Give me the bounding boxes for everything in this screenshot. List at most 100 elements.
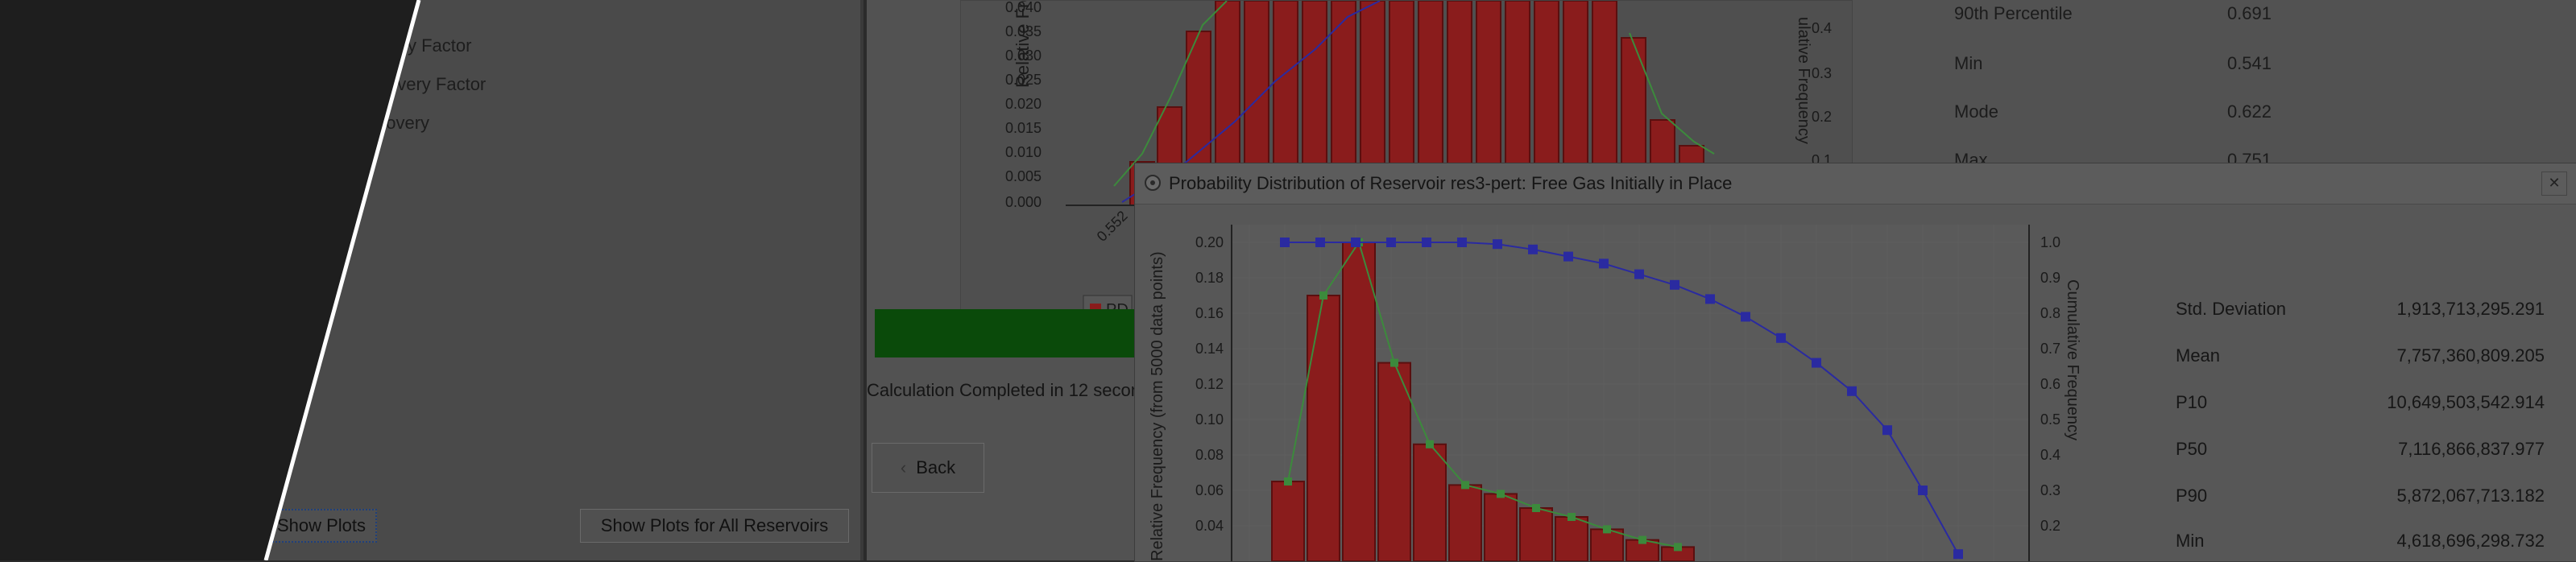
cdf-point xyxy=(1953,549,1963,560)
background-stats: 90th Percentile 0.691 Min 0.541 Mode 0.6… xyxy=(1933,0,2304,170)
cdf-point xyxy=(1741,312,1750,322)
cdf-point xyxy=(1280,238,1290,247)
stat-value: 10,649,503,542.914 xyxy=(2387,392,2545,412)
svg-text:0.025: 0.025 xyxy=(1005,72,1042,88)
y2-tick-label: 0.5 xyxy=(2040,411,2060,428)
cdf-point xyxy=(1422,238,1431,247)
y-tick-label: 0.06 xyxy=(1195,482,1224,498)
bg-y2-ticks: 0.4 0.3 0.2 0.1 xyxy=(1812,20,1832,168)
cdf-point xyxy=(1812,357,1821,368)
y-tick-label: 0.08 xyxy=(1195,447,1224,463)
pdf-point xyxy=(1284,477,1292,486)
stat-label: Mode xyxy=(1954,101,1999,122)
svg-text:0.015: 0.015 xyxy=(1005,120,1042,136)
app-icon xyxy=(1145,175,1161,191)
stat-label: P50 xyxy=(2176,439,2208,459)
stat-value: 5,872,067,713.182 xyxy=(2396,486,2545,506)
stat-value: 1,913,713,295.291 xyxy=(2396,299,2545,319)
cdf-point xyxy=(1457,238,1467,247)
svg-text:0.005: 0.005 xyxy=(1005,168,1042,184)
cdf-point xyxy=(1882,425,1892,436)
y2-tick-label: 0.6 xyxy=(2040,376,2060,392)
bar xyxy=(1342,242,1376,561)
cdf-point xyxy=(1918,486,1928,495)
stat-value: 0.622 xyxy=(2226,101,2272,122)
stat-label: P10 xyxy=(2176,392,2208,412)
calculation-status: Calculation Completed in 12 secon xyxy=(867,380,1141,400)
stat-value: 0.541 xyxy=(2226,53,2272,73)
bar xyxy=(1377,362,1411,561)
pdf-point xyxy=(1674,543,1682,552)
pdf-point xyxy=(1638,535,1646,544)
distribution-chart: 0.20 0.18 0.16 0.14 0.12 0.10 0.08 0.06 0.04 1.0… xyxy=(1149,225,2081,561)
y-tick-label: 0.18 xyxy=(1195,270,1224,286)
stat-label: Min xyxy=(2176,531,2205,551)
y-tick-label: 0.16 xyxy=(1195,305,1224,321)
bar xyxy=(1448,484,1482,561)
y-tick-label: 0.14 xyxy=(1195,341,1224,357)
cdf-point xyxy=(1599,258,1609,269)
y2-tick-label: 0.8 xyxy=(2040,305,2060,321)
dark-overlay-wedge xyxy=(0,0,421,560)
close-button[interactable]: ✕ xyxy=(2541,171,2567,196)
stat-label: Std. Deviation xyxy=(2176,299,2286,319)
stat-label: Mean xyxy=(2176,345,2221,366)
y2-tick-label: 0.4 xyxy=(2040,447,2060,463)
pdf-point xyxy=(1497,490,1505,498)
y2-tick-labels: 1.0 0.9 0.8 0.7 0.6 0.5 0.4 0.3 0.2 xyxy=(2040,234,2060,534)
bar xyxy=(1590,528,1624,561)
bar xyxy=(1555,516,1588,561)
cdf-point xyxy=(1315,238,1325,247)
stat-value: 0.691 xyxy=(2226,3,2272,23)
bar xyxy=(1271,481,1305,561)
cdf-point xyxy=(1634,269,1644,279)
bg-x-tick: 0.552 xyxy=(1094,208,1131,245)
cdf-point xyxy=(1776,333,1786,343)
y-tick-labels: 0.20 0.18 0.16 0.14 0.12 0.10 0.08 0.06 0.04 xyxy=(1195,234,1224,534)
bar xyxy=(1413,443,1447,561)
chevron-left-icon: ‹ xyxy=(900,457,907,477)
cdf-point xyxy=(1563,251,1573,262)
cdf-point xyxy=(1670,279,1679,290)
svg-text:0.030: 0.030 xyxy=(1005,48,1042,64)
panel-divider[interactable] xyxy=(860,0,863,560)
stat-value: 7,757,360,809.205 xyxy=(2396,345,2545,366)
stat-value: 7,116,866,837.977 xyxy=(2398,439,2545,459)
svg-text:0.040: 0.040 xyxy=(1005,1,1042,15)
pdf-point xyxy=(1319,291,1327,300)
back-label: Back xyxy=(916,457,956,477)
cdf-point xyxy=(1386,238,1396,247)
svg-text:0.000: 0.000 xyxy=(1005,194,1042,210)
y-axis-label: Relative Frequency (from 5000 data point… xyxy=(1149,251,1166,561)
cdf-point xyxy=(1493,239,1502,250)
svg-text:0.2: 0.2 xyxy=(1812,109,1832,125)
pdf-point xyxy=(1390,358,1398,367)
cdf-point xyxy=(1528,244,1538,254)
stat-label: 90th Percentile xyxy=(1954,3,2073,23)
back-button[interactable]: ‹ Back xyxy=(872,443,984,493)
pdf-point xyxy=(1426,440,1434,448)
bar xyxy=(1484,493,1518,561)
y2-tick-label: 0.7 xyxy=(2040,341,2060,357)
pdf-point xyxy=(1461,481,1469,490)
svg-text:0.4: 0.4 xyxy=(1812,20,1832,36)
show-plots-all-button[interactable]: Show Plots for All Reservoirs xyxy=(580,509,849,543)
dialog-title: Probability Distribution of Reservoir re… xyxy=(1169,173,1733,193)
cdf-point xyxy=(1847,386,1857,396)
bar xyxy=(1307,295,1340,561)
y2-tick-label: 0.9 xyxy=(2040,270,2060,286)
probability-distribution-dialog: Probability Distribution of Reservoir re… xyxy=(1134,163,2576,562)
svg-text:0.3: 0.3 xyxy=(1812,65,1832,81)
svg-text:0.010: 0.010 xyxy=(1005,144,1042,160)
pdf-point xyxy=(1603,525,1611,534)
bar xyxy=(1519,507,1553,561)
cdf-point xyxy=(1705,294,1715,304)
y-tick-label: 0.10 xyxy=(1195,411,1224,428)
dialog-title-bar[interactable]: Probability Distribution of Reservoir re… xyxy=(1135,163,2576,205)
bg-y2label: ulative Frequency xyxy=(1795,17,1812,144)
svg-text:0.035: 0.035 xyxy=(1005,23,1042,39)
y2-tick-label: 0.2 xyxy=(2040,518,2060,534)
pdf-point xyxy=(1568,513,1576,521)
y-tick-label: 0.12 xyxy=(1195,376,1224,392)
cdf-point xyxy=(1351,238,1360,247)
